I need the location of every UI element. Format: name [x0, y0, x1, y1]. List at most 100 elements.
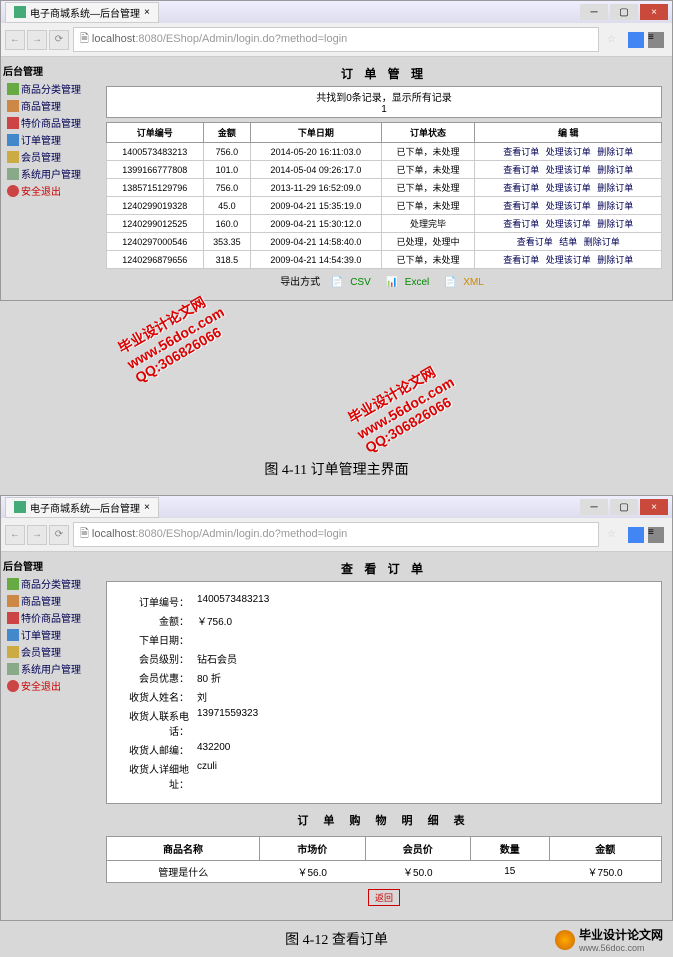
action-link[interactable]: 查看订单 — [503, 183, 539, 193]
sidebar-item-member[interactable]: 会员管理 — [3, 148, 94, 165]
sidebar-item-exit[interactable]: 安全退出 — [3, 677, 94, 694]
export-excel[interactable]: 📊 Excel — [386, 277, 434, 288]
order-detail-box: 订单编号：1400573483213金额：￥756.0下单日期：会员级别：钻石会… — [106, 581, 662, 804]
sidebar-item-product[interactable]: 商品管理 — [3, 97, 94, 114]
reload-button[interactable]: ⟳ — [49, 30, 69, 50]
sidebar-item-category[interactable]: 商品分类管理 — [3, 575, 94, 592]
sidebar: 后台管理 商品分类管理 商品管理 特价商品管理 订单管理 会员管理 系统用户管理… — [1, 552, 96, 920]
browser-window-1: 电子商城系统—后台管理 × ─ ▢ × ← → ⟳ 🗎 localhost:80… — [0, 0, 673, 301]
sidebar-item-special[interactable]: 特价商品管理 — [3, 114, 94, 131]
minimize-button[interactable]: ─ — [580, 499, 608, 515]
action-link[interactable]: 删除订单 — [597, 201, 633, 211]
browser-tab[interactable]: 电子商城系统—后台管理 × — [5, 2, 159, 23]
sidebar-item-member[interactable]: 会员管理 — [3, 643, 94, 660]
minimize-button[interactable]: ─ — [580, 4, 608, 20]
sidebar: 后台管理 商品分类管理 商品管理 特价商品管理 订单管理 会员管理 系统用户管理… — [1, 57, 96, 300]
back-button[interactable]: ← — [5, 30, 25, 50]
action-link[interactable]: 查看订单 — [503, 165, 539, 175]
reload-button[interactable]: ⟳ — [49, 525, 69, 545]
footer-logo: 毕业设计论文网 www.56doc.com — [555, 926, 663, 953]
action-link[interactable]: 查看订单 — [503, 147, 539, 157]
order-table: 订单编号 金额 下单日期 订单状态 编 辑 1400573483213756.0… — [106, 122, 662, 269]
sidebar-item-exit[interactable]: 安全退出 — [3, 182, 94, 199]
url-doc-icon: 🗎 — [80, 33, 89, 45]
detail-row: 收货人详细地址：czuli — [127, 759, 641, 793]
table-row: 1400573483213756.02014-05-20 16:11:03.0已… — [107, 143, 662, 161]
forward-button[interactable]: → — [27, 525, 47, 545]
tab-title: 电子商城系统—后台管理 — [30, 5, 140, 20]
url-input[interactable]: 🗎 localhost:8080/EShop/Admin/login.do?me… — [73, 522, 599, 547]
sidebar-item-order[interactable]: 订单管理 — [3, 626, 94, 643]
menu-icon[interactable]: ≡ — [648, 527, 664, 543]
favicon-icon — [14, 501, 26, 513]
table-row: 1240296879656318.52009-04-21 14:54:39.0已… — [107, 251, 662, 269]
extension-icon[interactable] — [628, 32, 644, 48]
maximize-button[interactable]: ▢ — [610, 4, 638, 20]
bookmark-icon[interactable]: ☆ — [603, 34, 620, 45]
product-icon — [7, 100, 19, 112]
sidebar-item-sysuser[interactable]: 系统用户管理 — [3, 660, 94, 677]
export-csv[interactable]: 📄 CSV — [331, 277, 375, 288]
action-link[interactable]: 查看订单 — [503, 219, 539, 229]
detail-row: 下单日期： — [127, 630, 641, 649]
address-bar: ← → ⟳ 🗎 localhost:8080/EShop/Admin/login… — [1, 23, 672, 57]
sidebar-item-order[interactable]: 订单管理 — [3, 131, 94, 148]
sidebar-title: 后台管理 — [3, 61, 94, 80]
forward-button[interactable]: → — [27, 30, 47, 50]
tab-close-icon[interactable]: × — [144, 7, 150, 18]
action-link[interactable]: 删除订单 — [597, 147, 633, 157]
menu-icon[interactable]: ≡ — [648, 32, 664, 48]
category-icon — [7, 83, 19, 95]
action-link[interactable]: 结单 — [559, 237, 577, 247]
close-button[interactable]: × — [640, 4, 668, 20]
extension-icon[interactable] — [628, 527, 644, 543]
bookmark-icon[interactable]: ☆ — [603, 529, 620, 540]
table-row: 1240299012525160.02009-04-21 15:30:12.0处… — [107, 215, 662, 233]
action-link[interactable]: 处理该订单 — [546, 201, 591, 211]
url-input[interactable]: 🗎 localhost:8080/EShop/Admin/login.do?me… — [73, 27, 599, 52]
member-icon — [7, 646, 19, 658]
action-link[interactable]: 删除订单 — [597, 165, 633, 175]
sidebar-item-category[interactable]: 商品分类管理 — [3, 80, 94, 97]
action-link[interactable]: 删除订单 — [597, 255, 633, 265]
maximize-button[interactable]: ▢ — [610, 499, 638, 515]
window-controls: ─ ▢ × — [580, 499, 668, 515]
member-icon — [7, 151, 19, 163]
browser-tab[interactable]: 电子商城系统—后台管理 × — [5, 497, 159, 518]
close-button[interactable]: × — [640, 499, 668, 515]
action-link[interactable]: 删除订单 — [584, 237, 620, 247]
detail-row: 订单编号：1400573483213 — [127, 592, 641, 611]
caption-1: 图 4-11 订单管理主界面 — [0, 451, 673, 487]
sidebar-item-sysuser[interactable]: 系统用户管理 — [3, 165, 94, 182]
tab-close-icon[interactable]: × — [144, 502, 150, 513]
action-link[interactable]: 查看订单 — [503, 255, 539, 265]
action-link[interactable]: 处理该订单 — [546, 255, 591, 265]
export-bar: 导出方式 📄 CSV 📊 Excel 📄 XML — [106, 269, 662, 292]
product-icon — [7, 595, 19, 607]
sidebar-title: 后台管理 — [3, 556, 94, 575]
back-button-area: 返回 — [106, 883, 662, 912]
sidebar-item-product[interactable]: 商品管理 — [3, 592, 94, 609]
special-icon — [7, 117, 19, 129]
action-link[interactable]: 查看订单 — [503, 201, 539, 211]
action-link[interactable]: 查看订单 — [517, 237, 553, 247]
exit-icon — [7, 185, 19, 197]
table-header-row: 订单编号 金额 下单日期 订单状态 编 辑 — [107, 123, 662, 143]
action-link[interactable]: 处理该订单 — [546, 147, 591, 157]
back-button[interactable]: ← — [5, 525, 25, 545]
detail-row: 会员优惠：80 折 — [127, 668, 641, 687]
back-button[interactable]: 返回 — [368, 889, 400, 906]
globe-icon — [555, 930, 575, 950]
tab-title: 电子商城系统—后台管理 — [30, 500, 140, 515]
action-link[interactable]: 处理该订单 — [546, 165, 591, 175]
detail-row: 会员级别：钻石会员 — [127, 649, 641, 668]
main-content: 订 单 管 理 共找到0条记录，显示所有记录 1 订单编号 金额 下单日期 订单… — [96, 57, 672, 300]
action-link[interactable]: 删除订单 — [597, 183, 633, 193]
action-link[interactable]: 处理该订单 — [546, 219, 591, 229]
order-icon — [7, 134, 19, 146]
page-title: 订 单 管 理 — [106, 65, 662, 82]
action-link[interactable]: 删除订单 — [597, 219, 633, 229]
sidebar-item-special[interactable]: 特价商品管理 — [3, 609, 94, 626]
export-xml[interactable]: 📄 XML — [444, 277, 488, 288]
action-link[interactable]: 处理该订单 — [546, 183, 591, 193]
